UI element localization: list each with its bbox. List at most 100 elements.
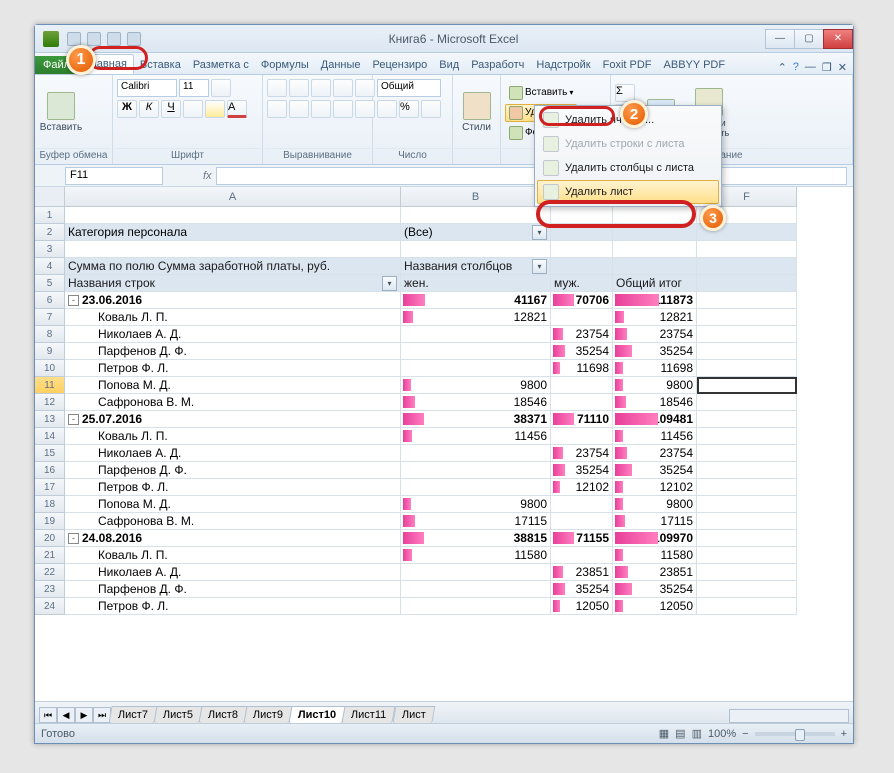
cell[interactable]: 35254 bbox=[551, 462, 613, 479]
expand-icon[interactable]: - bbox=[68, 295, 79, 306]
cell[interactable] bbox=[65, 207, 401, 224]
cell[interactable] bbox=[401, 581, 551, 598]
zoom-in-button[interactable]: + bbox=[841, 728, 847, 740]
align-center-icon[interactable] bbox=[289, 100, 309, 118]
cell[interactable]: -25.07.2016 bbox=[65, 411, 401, 428]
row-header[interactable]: 11 bbox=[35, 377, 65, 394]
cell[interactable] bbox=[401, 207, 551, 224]
styles-button[interactable]: Стили bbox=[457, 92, 496, 133]
cell[interactable]: 71110 bbox=[551, 411, 613, 428]
row-header[interactable]: 12 bbox=[35, 394, 65, 411]
sheet-tab[interactable]: Лист11 bbox=[342, 706, 396, 723]
cell[interactable] bbox=[697, 598, 797, 615]
row-header[interactable]: 2 bbox=[35, 224, 65, 241]
cell[interactable] bbox=[401, 479, 551, 496]
col-header-A[interactable]: A bbox=[65, 187, 401, 207]
font-name-select[interactable]: Calibri bbox=[117, 79, 177, 97]
ribbon-tab-7[interactable]: Разработч bbox=[465, 56, 530, 74]
maximize-button[interactable]: ▢ bbox=[794, 29, 824, 49]
cell[interactable]: 17115 bbox=[401, 513, 551, 530]
row-header[interactable]: 4 bbox=[35, 258, 65, 275]
zoom-slider[interactable] bbox=[755, 732, 835, 736]
cell[interactable]: 11698 bbox=[613, 360, 697, 377]
expand-icon[interactable]: - bbox=[68, 533, 79, 544]
sheet-tab[interactable]: Лист bbox=[392, 706, 435, 723]
cell[interactable]: 12050 bbox=[551, 598, 613, 615]
cell[interactable]: 12050 bbox=[613, 598, 697, 615]
cell[interactable]: Коваль Л. П. bbox=[65, 309, 401, 326]
row-header[interactable]: 15 bbox=[35, 445, 65, 462]
view-normal-icon[interactable]: ▦ bbox=[659, 727, 669, 740]
ribbon-tab-3[interactable]: Формулы bbox=[255, 56, 315, 74]
row-header[interactable]: 1 bbox=[35, 207, 65, 224]
cell[interactable]: 35254 bbox=[613, 581, 697, 598]
cell[interactable]: Петров Ф. Л. bbox=[65, 598, 401, 615]
cell[interactable]: 18546 bbox=[401, 394, 551, 411]
row-header[interactable]: 5 bbox=[35, 275, 65, 292]
row-header[interactable]: 14 bbox=[35, 428, 65, 445]
cell[interactable] bbox=[551, 258, 613, 275]
grow-font-icon[interactable] bbox=[211, 79, 231, 97]
qat-save-icon[interactable] bbox=[67, 32, 81, 46]
cell[interactable] bbox=[697, 394, 797, 411]
cell[interactable]: Николаев А. Д. bbox=[65, 445, 401, 462]
indent-dec-icon[interactable] bbox=[333, 100, 353, 118]
cell[interactable]: 109970 bbox=[613, 530, 697, 547]
doc-minimize-icon[interactable]: — bbox=[805, 61, 816, 74]
ribbon-tab-5[interactable]: Рецензиро bbox=[367, 56, 434, 74]
select-all-corner[interactable] bbox=[35, 187, 65, 207]
ribbon-minimize-icon[interactable]: ⌃ bbox=[778, 61, 787, 74]
sheet-tab[interactable]: Лист5 bbox=[154, 706, 203, 723]
cell[interactable] bbox=[401, 598, 551, 615]
cell[interactable]: 109481 bbox=[613, 411, 697, 428]
hscrollbar[interactable] bbox=[729, 709, 849, 723]
cell[interactable] bbox=[401, 326, 551, 343]
merge-icon[interactable] bbox=[355, 100, 375, 118]
align-mid-icon[interactable] bbox=[289, 79, 309, 97]
cell[interactable]: 23754 bbox=[613, 445, 697, 462]
cell[interactable] bbox=[697, 411, 797, 428]
row-header[interactable]: 8 bbox=[35, 326, 65, 343]
cell[interactable] bbox=[697, 513, 797, 530]
cell[interactable] bbox=[551, 547, 613, 564]
cell[interactable]: 71155 bbox=[551, 530, 613, 547]
cell[interactable]: Парфенов Д. Ф. bbox=[65, 581, 401, 598]
cell[interactable]: 35254 bbox=[613, 462, 697, 479]
cell[interactable] bbox=[551, 241, 613, 258]
cell[interactable] bbox=[613, 258, 697, 275]
qat-undo-icon[interactable] bbox=[87, 32, 101, 46]
cell[interactable]: Петров Ф. Л. bbox=[65, 479, 401, 496]
row-header[interactable]: 6 bbox=[35, 292, 65, 309]
cell[interactable]: Попова М. Д. bbox=[65, 496, 401, 513]
cell[interactable] bbox=[401, 445, 551, 462]
autosum-icon[interactable]: Σ bbox=[615, 84, 635, 102]
cell[interactable]: 23851 bbox=[551, 564, 613, 581]
cell[interactable]: 12821 bbox=[401, 309, 551, 326]
row-header[interactable]: 7 bbox=[35, 309, 65, 326]
cell[interactable]: 9800 bbox=[401, 496, 551, 513]
wrap-text-icon[interactable] bbox=[355, 79, 375, 97]
cell[interactable]: 12102 bbox=[613, 479, 697, 496]
cell[interactable] bbox=[697, 428, 797, 445]
cell[interactable]: Категория персонала bbox=[65, 224, 401, 241]
cell[interactable]: 41167 bbox=[401, 292, 551, 309]
cell[interactable] bbox=[401, 360, 551, 377]
align-right-icon[interactable] bbox=[311, 100, 331, 118]
cell[interactable]: 35254 bbox=[613, 343, 697, 360]
cell[interactable] bbox=[697, 258, 797, 275]
cell[interactable] bbox=[401, 564, 551, 581]
cell[interactable]: Сафронова В. М. bbox=[65, 513, 401, 530]
cell[interactable]: Петров Ф. Л. bbox=[65, 360, 401, 377]
cell[interactable]: 12102 bbox=[551, 479, 613, 496]
cell[interactable] bbox=[697, 241, 797, 258]
cell[interactable] bbox=[401, 462, 551, 479]
ribbon-tab-9[interactable]: Foxit PDF bbox=[597, 56, 658, 74]
row-header[interactable]: 20 bbox=[35, 530, 65, 547]
sheet-tab[interactable]: Лист10 bbox=[289, 706, 346, 723]
percent-icon[interactable]: % bbox=[399, 100, 419, 118]
ribbon-tab-4[interactable]: Данные bbox=[315, 56, 367, 74]
paste-button[interactable]: Вставить bbox=[39, 92, 83, 133]
cell[interactable]: 9800 bbox=[613, 377, 697, 394]
cell[interactable]: Названия строк▾ bbox=[65, 275, 401, 292]
cell[interactable]: Попова М. Д. bbox=[65, 377, 401, 394]
